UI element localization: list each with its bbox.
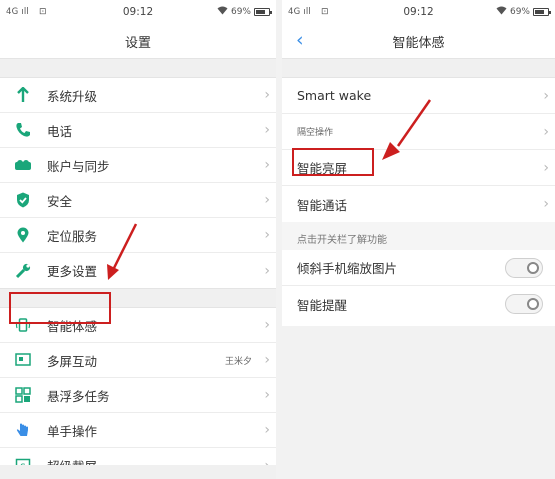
battery-icon <box>254 8 272 16</box>
chevron-right-icon: › <box>543 196 549 212</box>
highlight-box <box>292 148 374 176</box>
location-icon <box>12 226 34 244</box>
chevron-right-icon: › <box>543 123 549 140</box>
phone-icon <box>12 121 34 139</box>
chevron-right-icon: › <box>543 159 549 176</box>
highlight-box <box>9 292 111 324</box>
shield-icon <box>12 191 34 209</box>
list-footer <box>0 465 276 479</box>
settings-item-phone[interactable]: 电话 › <box>0 113 276 148</box>
float-task-icon <box>12 386 34 404</box>
settings-item-label: 悬浮多任务 <box>47 388 110 404</box>
chevron-right-icon: › <box>264 352 270 368</box>
hand-icon <box>12 421 34 439</box>
account-icon <box>12 156 34 174</box>
chevron-right-icon: › <box>264 122 270 138</box>
battery-percent: 69% <box>509 7 530 17</box>
empty-area <box>282 326 555 479</box>
battery-icon <box>533 8 551 16</box>
arrow-up-icon <box>12 86 34 104</box>
settings-item-label: 定位服务 <box>47 228 98 244</box>
annotation-arrow-icon <box>382 99 432 160</box>
chevron-right-icon: › <box>264 227 270 243</box>
settings-item-label: 单手操作 <box>47 423 98 439</box>
status-bar: 4G ıll ⊡ 09:12 69% <box>0 0 276 24</box>
notification-icon: ⊡ <box>320 7 329 17</box>
smart-reminder-toggle[interactable] <box>505 294 543 314</box>
header: ‹ 智能体感 <box>282 24 555 58</box>
smart-reminder-item: 智能提醒 <box>282 286 555 322</box>
wrench-icon <box>12 262 34 280</box>
chevron-right-icon: › <box>264 192 270 208</box>
signal-indicator: 4G ıll <box>288 7 311 17</box>
section-spacer <box>0 58 276 78</box>
clock: 09:12 <box>403 6 434 18</box>
settings-item-one-hand[interactable]: 单手操作 › <box>0 413 276 448</box>
page-title: 设置 <box>124 35 151 51</box>
settings-item-label: 更多设置 <box>47 264 98 279</box>
settings-item-security[interactable]: 安全 › <box>0 183 276 218</box>
wifi-icon <box>496 6 507 18</box>
settings-item-multiscreen[interactable]: 多屏互动 王米夕 › <box>0 343 276 378</box>
item-label: 智能提醒 <box>297 297 348 313</box>
chevron-right-icon: › <box>264 262 270 279</box>
annotation-arrow-icon <box>107 223 138 280</box>
settings-item-label: 电话 <box>47 123 73 139</box>
section-spacer <box>282 58 555 78</box>
item-label: 智能通话 <box>297 197 348 213</box>
settings-list-features: 智能体感 › 多屏互动 王米夕 › 悬浮多任务 › 单手操作 › <box>0 308 276 479</box>
settings-screen: 4G ıll ⊡ 09:12 69% 设置 系统升级 › 电话 › 账户与同步 … <box>0 0 276 479</box>
settings-item-label: 安全 <box>47 193 73 209</box>
page-title: 智能体感 <box>392 35 445 51</box>
settings-item-system-update[interactable]: 系统升级 › <box>0 78 276 113</box>
multiscreen-status-text: 王米夕 <box>224 356 252 367</box>
item-label: Smart wake <box>297 88 372 103</box>
back-arrow-icon[interactable]: ‹ <box>296 30 304 50</box>
chevron-right-icon: › <box>264 422 270 438</box>
chevron-right-icon: › <box>543 87 549 104</box>
tilt-zoom-toggle[interactable] <box>505 257 543 278</box>
chevron-right-icon: › <box>264 157 270 173</box>
battery-percent: 69% <box>230 7 251 17</box>
settings-item-label: 账户与同步 <box>47 158 110 174</box>
item-label: 倾斜手机缩放图片 <box>297 261 398 276</box>
clock: 09:12 <box>122 6 154 18</box>
notification-icon: ⊡ <box>38 7 47 17</box>
section-header: 点击开关栏了解功能 <box>282 222 555 250</box>
smart-motion-screen: 4G ıll ⊡ 09:12 69% ‹ 智能体感 Smart wake › 隔… <box>282 0 555 479</box>
wifi-icon <box>217 6 228 18</box>
smart-call-item[interactable]: 智能通话 › <box>282 186 555 222</box>
settings-item-label: 多屏互动 <box>47 353 98 369</box>
signal-indicator: 4G ıll <box>6 7 29 17</box>
chevron-right-icon: › <box>264 387 270 403</box>
tilt-zoom-item: 倾斜手机缩放图片 <box>282 250 555 286</box>
settings-item-float-multitask[interactable]: 悬浮多任务 › <box>0 378 276 413</box>
multiscreen-icon <box>12 351 34 369</box>
settings-item-account-sync[interactable]: 账户与同步 › <box>0 148 276 183</box>
toggle-list: 倾斜手机缩放图片 智能提醒 <box>282 250 555 322</box>
status-bar: 4G ıll ⊡ 09:12 69% <box>282 0 555 24</box>
chevron-right-icon: › <box>264 87 270 103</box>
item-label: 隔空操作 <box>297 128 334 138</box>
chevron-right-icon: › <box>264 317 270 333</box>
settings-item-label: 系统升级 <box>47 88 98 104</box>
